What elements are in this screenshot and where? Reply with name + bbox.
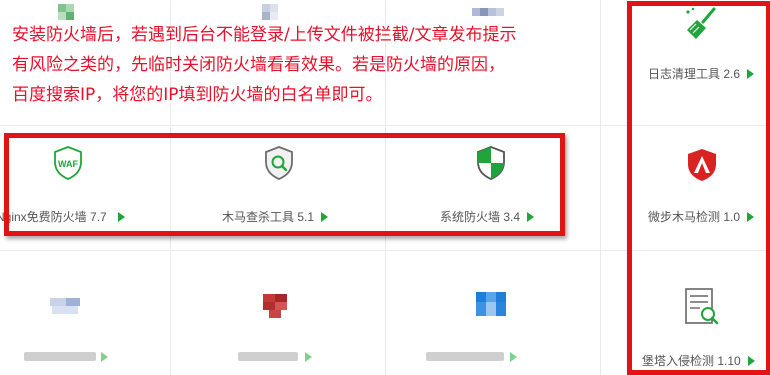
blurred-arrow-icon — [305, 352, 312, 362]
highlight-box-right-column — [627, 1, 770, 375]
blurred-plugin-label — [426, 352, 504, 361]
blurred-plugin-label — [24, 352, 96, 361]
firewall-warning-note: 安装防火墙后，若遇到后台不能登录/上传文件被拦截/文章发布提示 有风险之类的，先… — [12, 25, 517, 105]
blurred-arrow-icon — [101, 352, 108, 362]
highlight-box-security-row — [4, 133, 565, 236]
blurred-arrow-icon — [510, 352, 517, 362]
blurred-plugin-label — [238, 352, 298, 361]
